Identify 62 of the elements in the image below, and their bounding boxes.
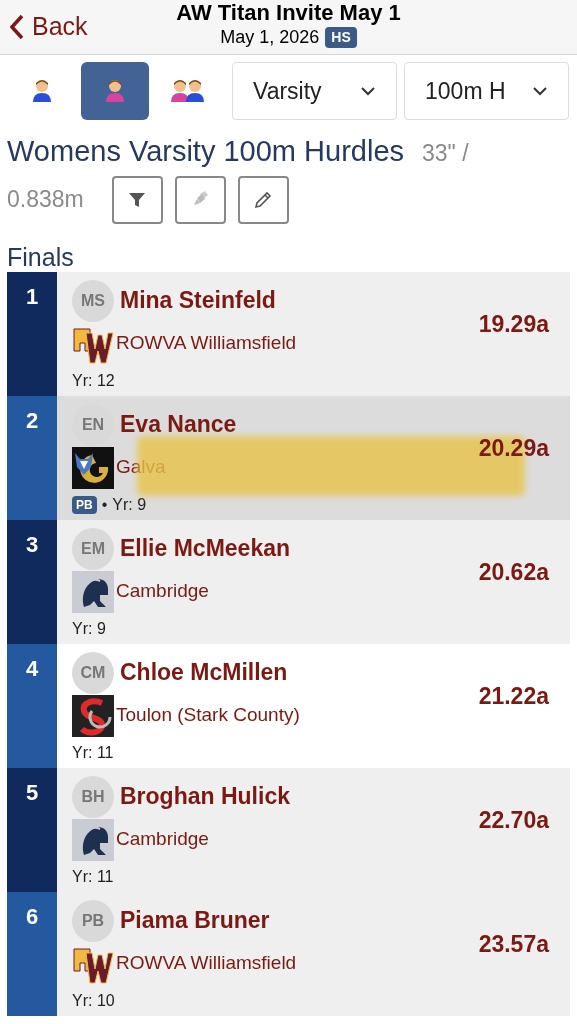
athlete-name: Broghan Hulick (120, 782, 290, 812)
result-mark: 23.57a (478, 929, 549, 959)
result-mark: 20.62a (478, 557, 549, 587)
athlete-name: Chloe McMillen (120, 658, 288, 688)
team-logo (72, 694, 114, 737)
place-cell: 4 (7, 643, 57, 768)
hurdle-spec: 33" / (422, 139, 469, 168)
people-icon (169, 78, 206, 104)
dropdown[interactable]: 100m H (404, 62, 569, 120)
team-logo (72, 818, 114, 861)
team-logo (72, 570, 114, 613)
athlete-name: Eva Nance (120, 410, 237, 440)
tool-button[interactable] (174, 175, 226, 224)
team-name: Cambridge (115, 827, 209, 852)
year-label: Yr: 10 (72, 990, 115, 1011)
section-heading: Finals (6, 241, 75, 272)
chevron-left-icon (10, 13, 24, 40)
chevron-down-icon (532, 86, 548, 96)
result-row[interactable]: 6 PB Piama Bruner ROWVA Williamsfield Yr: 10 23.57a (7, 891, 570, 1016)
gender-toggle[interactable] (80, 62, 150, 120)
pencil-icon (253, 189, 274, 210)
avatar: CM (72, 651, 114, 694)
result-mark: 21.22a (478, 681, 549, 711)
year-label: Yr: 9 (112, 494, 147, 515)
athlete-name: Ellie McMeekan (120, 534, 291, 564)
separator-dot: • (101, 494, 108, 515)
dropdown[interactable]: Varsity (232, 62, 397, 120)
chevron-down-icon (360, 86, 376, 96)
team-name: ROWVA Williamsfield (115, 331, 297, 356)
avatar: PB (72, 899, 114, 942)
meet-date: May 1, 2026 (220, 26, 320, 48)
back-button[interactable]: Back (10, 8, 88, 46)
result-mark: 19.29a (478, 309, 549, 339)
hurdle-spec: 0.838m (7, 185, 84, 215)
place-cell: 6 (7, 891, 57, 1016)
tool-button[interactable] (237, 175, 289, 224)
year-label: Yr: 11 (72, 742, 114, 763)
result-row[interactable]: 1 MS Mina Steinfeld ROWVA Williamsfield Yr: 12 19.29a (7, 271, 570, 396)
pb-badge: PB (72, 495, 97, 514)
team-name: Cambridge (115, 579, 209, 604)
team-name: ROWVA Williamsfield (115, 951, 297, 976)
avatar: BH (72, 775, 114, 818)
place-cell: 2 (7, 395, 57, 520)
team-logo (72, 446, 114, 489)
meet-title: AW Titan Invite May 1 (176, 0, 401, 26)
year-label: Yr: 9 (72, 618, 106, 639)
athlete-name: Piama Bruner (120, 906, 270, 936)
avatar: EM (72, 527, 114, 570)
result-row[interactable]: 3 EM Ellie McMeekan Cambridge Yr: 9 20.62a (7, 519, 570, 644)
result-row[interactable]: 5 BH Broghan Hulick Cambridge Yr: 11 22.70a (7, 767, 570, 892)
avatar: MS (72, 279, 114, 322)
place-cell: 3 (7, 519, 57, 644)
result-mark: 22.70a (478, 805, 549, 835)
tool-button[interactable] (111, 175, 163, 224)
athlete-name: Mina Steinfeld (120, 286, 276, 316)
event-heading: Womens Varsity 100m Hurdles (7, 134, 404, 169)
year-label: Yr: 11 (72, 866, 114, 887)
year-label: Yr: 12 (72, 370, 115, 391)
place-cell: 5 (7, 767, 57, 892)
team-name: Toulon (Stark County) (115, 703, 300, 728)
place-cell: 1 (7, 271, 57, 396)
level-badge: HS (325, 26, 357, 48)
